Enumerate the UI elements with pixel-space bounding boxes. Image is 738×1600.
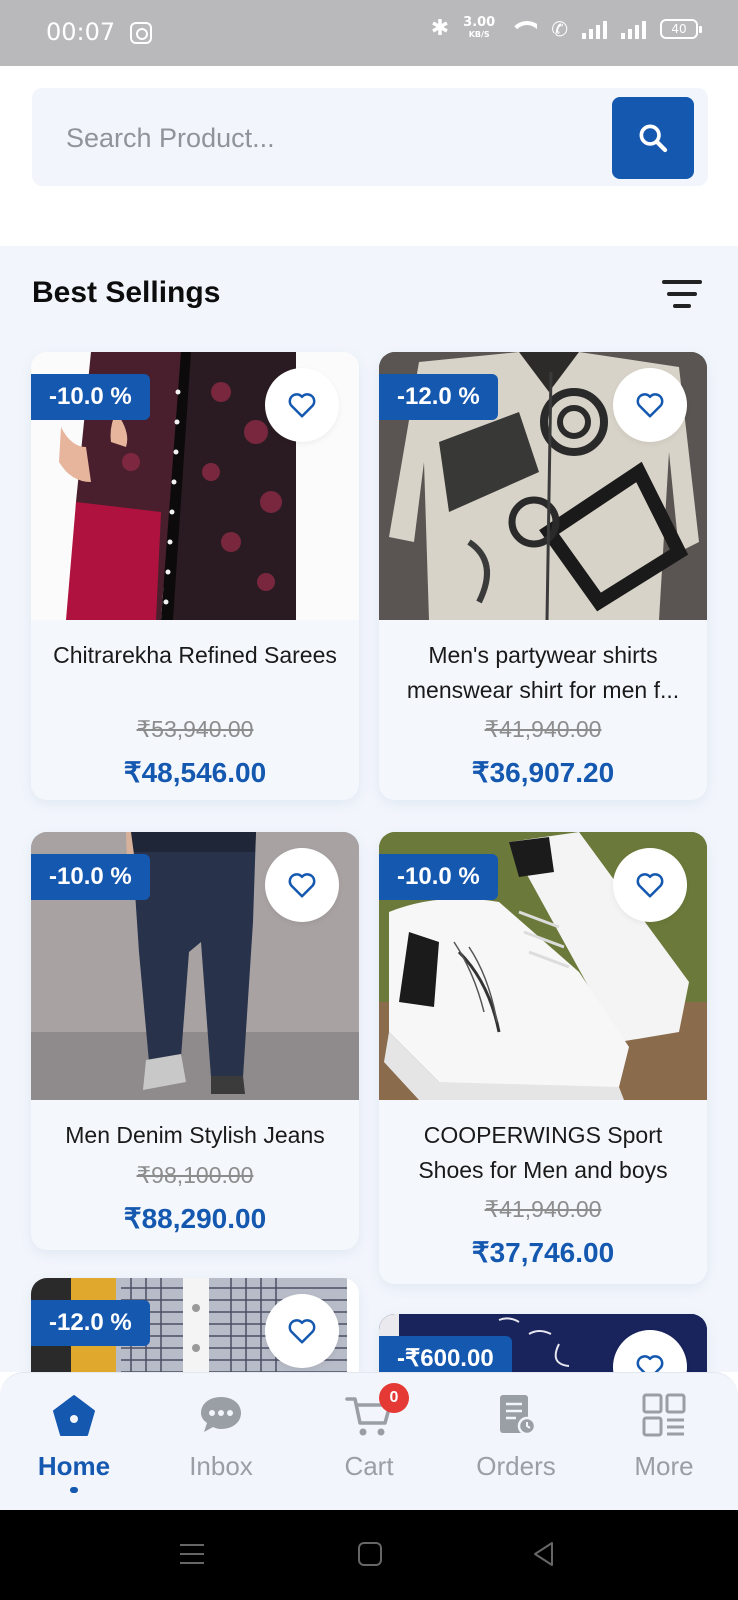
nav-orders[interactable]: Orders <box>446 1391 586 1491</box>
nav-more[interactable]: More <box>594 1391 734 1491</box>
original-price: ₹98,100.00 <box>136 1162 254 1188</box>
favorite-button[interactable] <box>613 848 687 922</box>
filter-line <box>662 280 702 284</box>
bottom-navigation: Home Inbox 0 Cart Orders More <box>0 1372 738 1510</box>
product-card[interactable]: -10.0 % Men Denim Stylish Jeans ₹98,100.… <box>31 832 359 1250</box>
home-icon <box>53 1395 95 1436</box>
nav-inbox-label: Inbox <box>189 1451 253 1481</box>
main-content: Best Sellings -10.0 % Chitrarekha Refine… <box>0 246 738 1372</box>
product-name: Men Denim Stylish Jeans <box>65 1122 325 1148</box>
bluetooth-icon: ✱ <box>430 16 450 41</box>
grid-menu-icon <box>642 1393 686 1437</box>
network-speed-value: 3.00 <box>463 14 496 30</box>
status-icons: ✱ 3.00 KB/S ✆ 40 <box>430 14 702 41</box>
original-price: ₹53,940.00 <box>136 716 254 742</box>
discount-badge: -10.0 % <box>31 854 150 900</box>
product-card[interactable]: -12.0 % Men's partywear shirts menswear … <box>379 352 707 800</box>
section-title: Best Sellings <box>32 276 221 309</box>
nav-home[interactable]: Home <box>4 1391 144 1493</box>
nav-home-label: Home <box>37 1451 111 1481</box>
search-input[interactable] <box>66 118 566 158</box>
heart-icon <box>636 873 664 898</box>
search-button[interactable] <box>612 97 694 179</box>
original-price: ₹41,940.00 <box>484 716 602 742</box>
signal-icon-2 <box>621 19 646 39</box>
volte-call-icon: ✆ <box>551 16 568 41</box>
instagram-icon <box>130 22 152 44</box>
product-name: Chitrarekha Refined Sarees <box>53 642 337 668</box>
network-speed-unit: KB/S <box>468 29 490 39</box>
discount-badge: -10.0 % <box>379 854 498 900</box>
product-name: Men's partywear shirts menswear shirt fo… <box>406 642 680 703</box>
filter-button[interactable] <box>662 278 702 310</box>
nav-more-label: More <box>634 1451 694 1481</box>
chat-icon <box>201 1397 241 1432</box>
original-price: ₹41,940.00 <box>484 1196 602 1222</box>
system-navigation-bar <box>0 1510 738 1600</box>
heart-icon <box>288 393 316 418</box>
favorite-button[interactable] <box>265 368 339 442</box>
product-card[interactable]: -12.0 % <box>31 1278 359 1372</box>
network-speed: 3.00 KB/S <box>463 14 496 41</box>
search-area <box>0 66 738 246</box>
filter-line <box>667 292 697 296</box>
heart-icon <box>636 393 664 418</box>
product-name: COOPERWINGS Sport Shoes for Men and boys <box>418 1122 668 1183</box>
active-indicator <box>70 1487 78 1493</box>
status-bar: 00:07 ✱ 3.00 KB/S ✆ 40 <box>0 0 738 66</box>
cart-count-badge: 0 <box>379 1383 409 1413</box>
product-card[interactable]: -₹600.00 <box>379 1314 707 1372</box>
discount-badge: -10.0 % <box>31 374 150 420</box>
sale-price: ₹88,290.00 <box>123 1203 267 1234</box>
search-box <box>32 88 708 186</box>
nav-cart[interactable]: 0 Cart <box>299 1383 439 1491</box>
nav-inbox[interactable]: Inbox <box>151 1391 291 1491</box>
discount-badge: -12.0 % <box>31 1300 150 1346</box>
sale-price: ₹37,746.00 <box>471 1237 615 1268</box>
nav-cart-label: Cart <box>344 1451 394 1481</box>
heart-icon <box>288 873 316 898</box>
product-card[interactable]: -10.0 % COOPERWINGS Sport Shoes for Men … <box>379 832 707 1284</box>
heart-icon <box>636 1355 664 1372</box>
favorite-button[interactable] <box>265 1294 339 1368</box>
heart-icon <box>288 1319 316 1344</box>
product-card[interactable]: -10.0 % Chitrarekha Refined Sarees ₹53,9… <box>31 352 359 800</box>
search-icon <box>639 124 668 153</box>
wifi-icon <box>509 19 538 39</box>
orders-icon <box>500 1395 537 1436</box>
recents-icon[interactable] <box>178 1540 206 1568</box>
back-icon[interactable] <box>530 1540 558 1568</box>
favorite-button[interactable] <box>613 368 687 442</box>
battery-icon: 40 <box>660 18 702 39</box>
sale-price: ₹48,546.00 <box>123 757 267 788</box>
discount-badge: -12.0 % <box>379 374 498 420</box>
home-square-icon[interactable] <box>356 1540 384 1568</box>
filter-line <box>673 304 691 308</box>
sale-price: ₹36,907.20 <box>471 757 615 788</box>
nav-orders-label: Orders <box>476 1451 556 1481</box>
favorite-button[interactable] <box>265 848 339 922</box>
discount-badge: -₹600.00 <box>379 1336 512 1372</box>
signal-icon-1 <box>582 19 607 39</box>
status-time: 00:07 <box>46 18 116 46</box>
